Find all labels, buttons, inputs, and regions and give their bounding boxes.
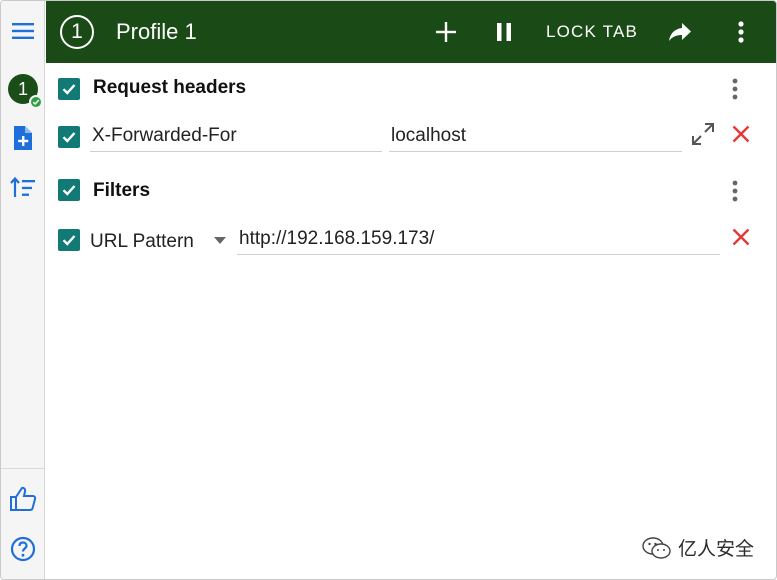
sidebar: 1	[1, 1, 45, 579]
request-headers-section: Request headers	[46, 63, 776, 115]
avatar: 1	[8, 74, 43, 109]
thumbs-up-icon	[10, 486, 37, 511]
add-file-icon	[14, 126, 32, 150]
menu-icon	[12, 23, 34, 39]
filter-enabled-checkbox[interactable]	[58, 229, 80, 251]
profile-badge-number: 1	[17, 78, 28, 99]
header-enabled-checkbox[interactable]	[58, 126, 80, 148]
page-title[interactable]: Profile 1	[116, 19, 197, 45]
list-item: URL Pattern	[46, 219, 776, 263]
share-icon	[669, 23, 691, 41]
filter-type-value: URL Pattern	[90, 231, 194, 252]
filters-section: Filters	[46, 166, 776, 216]
expand-icon	[692, 123, 714, 145]
checkmark-icon	[62, 185, 76, 196]
active-check-icon	[29, 95, 43, 109]
sidebar-divider	[1, 468, 45, 469]
lock-tab-button[interactable]: LOCK TAB	[541, 14, 643, 50]
list-item	[46, 115, 776, 159]
more-vert-icon	[732, 78, 738, 100]
request-headers-more-button[interactable]	[723, 75, 747, 103]
menu-button[interactable]	[1, 9, 45, 53]
app-window: 1 1 Profile 1 LOCK TAB Request headers X…	[0, 0, 777, 580]
profile-number: 1	[71, 20, 83, 43]
share-button[interactable]	[662, 14, 698, 50]
filters-checkbox[interactable]	[58, 179, 80, 201]
header-name-input[interactable]	[90, 120, 382, 152]
help-icon	[10, 536, 36, 562]
checkmark-icon	[62, 132, 76, 143]
more-vert-icon	[738, 21, 744, 43]
watermark: 亿人安全	[642, 534, 754, 561]
header-more-button[interactable]	[724, 14, 758, 50]
plus-icon	[436, 22, 456, 42]
sort-icon	[10, 176, 35, 197]
request-headers-title: Request headers	[93, 77, 247, 98]
header-bar: 1 Profile 1 LOCK TAB	[46, 1, 776, 63]
request-headers-checkbox[interactable]	[58, 78, 80, 100]
more-vert-icon	[732, 180, 738, 202]
expand-button[interactable]	[689, 120, 717, 148]
delete-filter-button[interactable]	[727, 223, 755, 251]
checkmark-icon	[62, 84, 76, 95]
pause-button[interactable]	[486, 14, 522, 50]
header-value-input[interactable]	[389, 120, 682, 152]
close-icon	[732, 125, 750, 143]
filters-title: Filters	[93, 180, 151, 201]
dropdown-arrow-icon	[214, 237, 226, 244]
help-button[interactable]	[1, 527, 45, 571]
filters-more-button[interactable]	[723, 177, 747, 205]
sort-button[interactable]	[1, 166, 45, 210]
delete-header-button[interactable]	[727, 120, 755, 148]
profile-number-badge[interactable]: 1	[60, 15, 94, 49]
close-icon	[732, 228, 750, 246]
checkmark-icon	[62, 235, 76, 246]
add-button[interactable]	[428, 14, 464, 50]
watermark-text: 亿人安全	[677, 539, 754, 560]
filter-type-select[interactable]: URL Pattern	[88, 223, 233, 255]
add-profile-button[interactable]	[1, 116, 45, 160]
sidebar-profile-1[interactable]: 1	[1, 67, 45, 111]
filter-url-input[interactable]	[237, 223, 720, 255]
rate-button[interactable]	[1, 477, 45, 521]
pause-icon	[497, 23, 511, 41]
wechat-icon	[642, 536, 671, 559]
